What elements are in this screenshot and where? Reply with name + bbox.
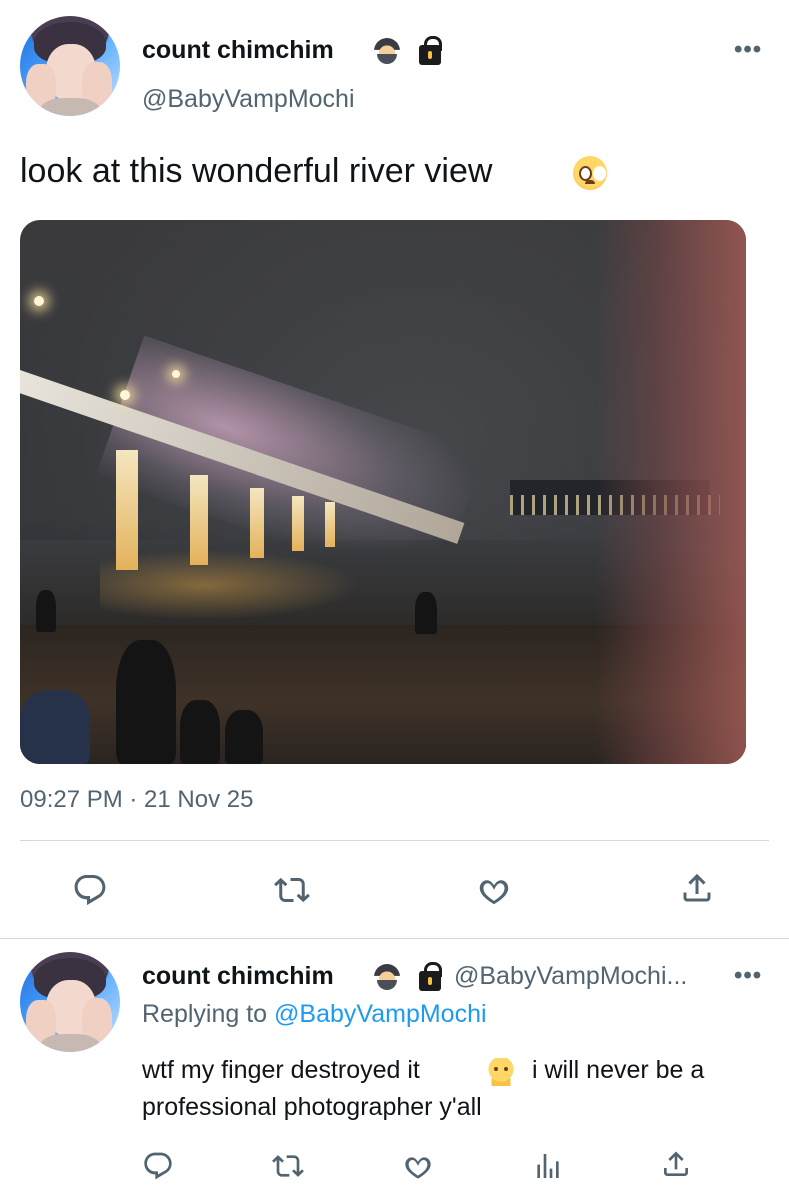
melting-face-emoji-icon bbox=[486, 1058, 516, 1086]
replying-to-handle-link[interactable]: @BabyVampMochi bbox=[274, 1000, 487, 1028]
divider bbox=[20, 840, 769, 841]
reply-text-part1: wtf my finger destroyed it bbox=[142, 1056, 420, 1084]
reply-button[interactable] bbox=[72, 872, 108, 908]
replying-to: Replying to @BabyVampMochi bbox=[142, 1000, 487, 1029]
photo-bridge-pillar bbox=[292, 496, 304, 551]
divider bbox=[0, 938, 789, 939]
photo-lamp bbox=[172, 370, 180, 378]
retweet-button[interactable] bbox=[272, 1150, 304, 1182]
tweet-text-body: look at this wonderful river view bbox=[20, 152, 493, 190]
reply-text-line1: wtf my finger destroyed it bbox=[142, 1052, 420, 1089]
author-name[interactable]: count chimchim bbox=[142, 36, 334, 65]
photo-bridge-pillar bbox=[116, 450, 138, 570]
reply-icon bbox=[144, 1152, 172, 1180]
reply-icon bbox=[74, 875, 106, 906]
reply-text-line2: professional photographer y'all bbox=[142, 1093, 482, 1121]
photo-person bbox=[415, 592, 437, 634]
reply-author-avatar[interactable] bbox=[20, 952, 120, 1052]
author-handle[interactable]: @BabyVampMochi bbox=[142, 85, 355, 114]
photo-person bbox=[225, 710, 263, 764]
photo-person bbox=[116, 640, 176, 764]
tweet-text: look at this wonderful river view bbox=[20, 152, 492, 191]
analytics-button[interactable] bbox=[532, 1150, 564, 1182]
avatar-shirt bbox=[40, 98, 100, 116]
lock-icon bbox=[419, 962, 442, 991]
share-button[interactable] bbox=[660, 1148, 692, 1180]
photo-reflection bbox=[100, 550, 360, 620]
like-icon bbox=[479, 880, 509, 905]
author-avatar[interactable] bbox=[20, 16, 120, 116]
vampire-emoji-icon bbox=[374, 38, 400, 64]
reply-text-part2: i will never be a bbox=[532, 1056, 705, 1084]
retweet-icon bbox=[272, 1155, 304, 1177]
more-options-icon[interactable]: ••• bbox=[734, 36, 762, 64]
photo-finger-blur bbox=[596, 220, 746, 764]
photo-lamp bbox=[120, 390, 130, 400]
analytics-icon bbox=[537, 1154, 559, 1178]
like-button[interactable] bbox=[402, 1150, 434, 1182]
like-icon bbox=[405, 1157, 431, 1179]
lock-icon bbox=[419, 36, 442, 65]
tweet-timestamp[interactable]: 09:27 PM · 21 Nov 25 bbox=[20, 786, 253, 814]
photo-bridge-pillar bbox=[190, 475, 208, 565]
retweet-button[interactable] bbox=[274, 872, 310, 908]
reply-author-handle[interactable]: @BabyVampMochi... bbox=[454, 962, 687, 991]
photo-bridge-pillar bbox=[250, 488, 264, 558]
like-button[interactable] bbox=[476, 872, 512, 908]
tweet-photo[interactable] bbox=[20, 220, 746, 764]
reply-button[interactable] bbox=[142, 1150, 174, 1182]
photo-lamp bbox=[34, 296, 44, 306]
photo-person bbox=[20, 690, 90, 764]
photo-bridge-pillar bbox=[325, 502, 335, 547]
avatar-shirt bbox=[40, 1034, 100, 1052]
pleading-face-emoji-icon bbox=[573, 156, 607, 190]
share-icon bbox=[683, 873, 711, 902]
retweet-icon bbox=[274, 877, 310, 903]
vampire-emoji-icon bbox=[374, 964, 400, 990]
photo-person bbox=[36, 590, 56, 632]
reply-author-name[interactable]: count chimchim bbox=[142, 962, 334, 991]
share-icon bbox=[664, 1151, 688, 1176]
replying-to-prefix: Replying to bbox=[142, 1000, 268, 1028]
share-button[interactable] bbox=[679, 870, 715, 906]
photo-person bbox=[180, 700, 220, 764]
more-options-icon[interactable]: ••• bbox=[734, 962, 762, 990]
